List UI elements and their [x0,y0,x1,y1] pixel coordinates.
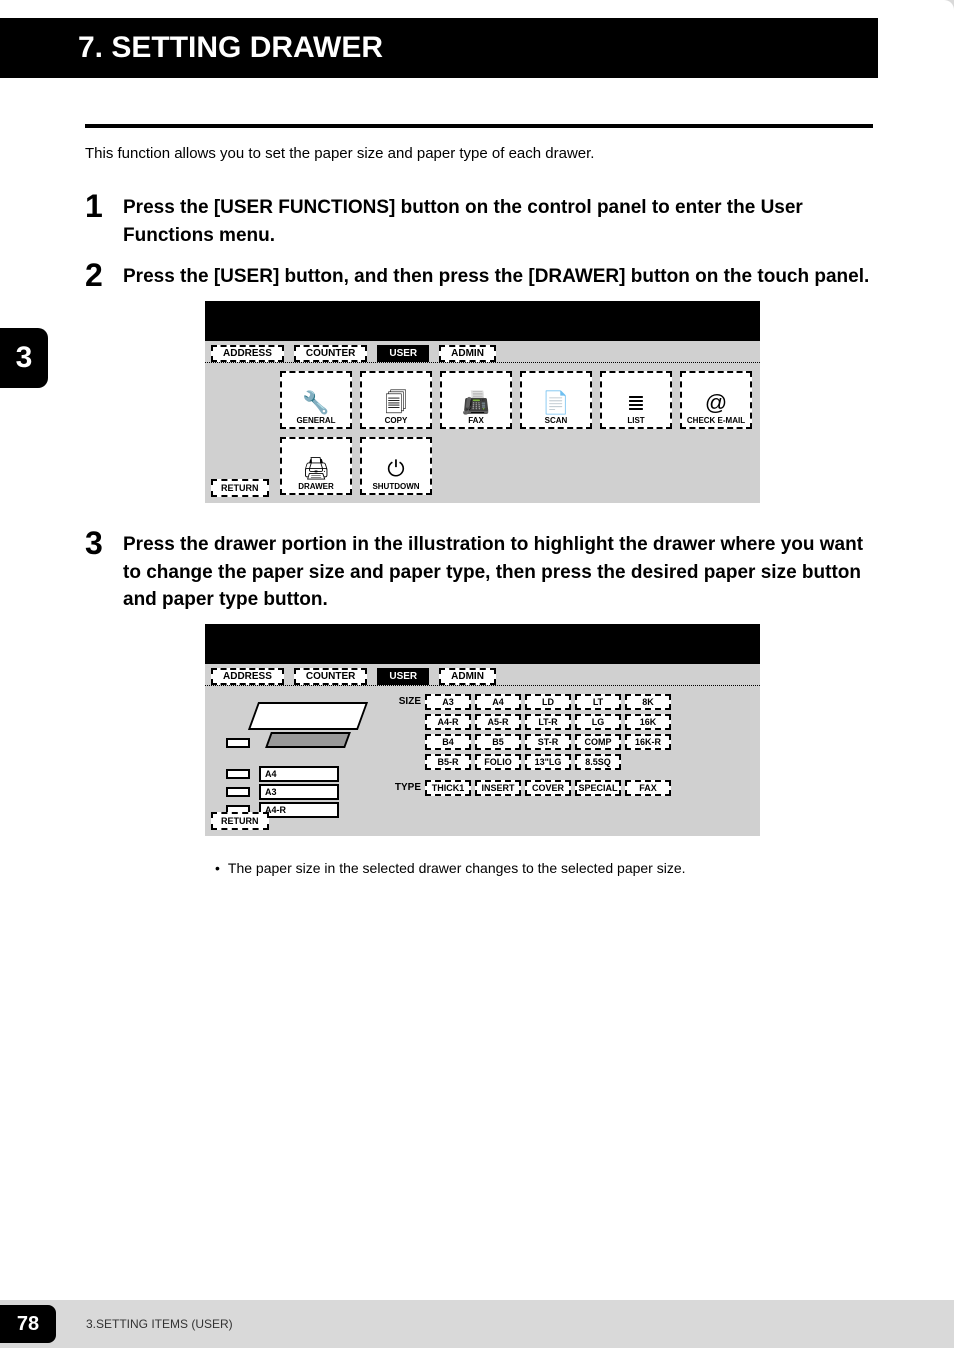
step-text: Press the drawer portion in the illustra… [123,527,873,614]
size-button[interactable]: 16K-R [625,734,671,750]
tab-address[interactable]: ADDRESS [211,345,284,362]
page-number: 78 [0,1305,56,1343]
section-header: 7. SETTING DRAWER [0,18,878,78]
drawer-slot[interactable]: A4-R [259,802,339,818]
size-button[interactable]: B4 [425,734,471,750]
tab-counter[interactable]: COUNTER [294,668,367,685]
touch-panel-screenshot-1: ADDRESS COUNTER USER ADMIN 🔧GENERAL 🗐COP… [205,301,760,503]
email-icon: @ [705,392,727,414]
size-label: SIZE [391,696,425,707]
size-button[interactable]: COMP [575,734,621,750]
fax-icon: 📠 [462,392,489,414]
size-button[interactable]: A4-R [425,714,471,730]
size-button[interactable]: A4 [475,694,521,710]
type-button[interactable]: COVER [525,780,571,796]
scan-icon: 📄 [542,392,569,414]
type-button[interactable]: FAX [625,780,671,796]
step-number: 3 [85,527,109,559]
drawer-slot[interactable]: A4 [259,766,339,782]
size-button[interactable]: LT [575,694,621,710]
touch-panel-screenshot-2: ADDRESS COUNTER USER ADMIN A4 A3 A4-R [205,624,760,836]
divider [85,124,873,128]
list-button[interactable]: ≣LIST [600,371,672,429]
wrench-icon: 🔧 [302,392,329,414]
page-footer: 78 3.SETTING ITEMS (USER) [0,1300,954,1348]
type-button[interactable]: SPECIAL [575,780,621,796]
printer-illustration: A4 A3 A4-R [213,702,383,822]
return-button[interactable]: RETURN [211,812,269,830]
size-button[interactable]: 8.5SQ [575,754,621,770]
step-text: Press the [USER] button, and then press … [123,259,873,291]
type-button[interactable]: INSERT [475,780,521,796]
size-button[interactable]: LT-R [525,714,571,730]
note: • The paper size in the selected drawer … [215,860,873,876]
tab-counter[interactable]: COUNTER [294,345,367,362]
size-button[interactable]: B5-R [425,754,471,770]
tab-user[interactable]: USER [377,345,429,362]
check-email-button[interactable]: @CHECK E-MAIL [680,371,752,429]
chapter-tab: 3 [0,328,48,388]
intro-text: This function allows you to set the pape… [85,145,594,162]
scan-button[interactable]: 📄SCAN [520,371,592,429]
tab-admin[interactable]: ADMIN [439,668,496,685]
step-number: 2 [85,259,109,291]
list-icon: ≣ [627,392,645,414]
drawer-slot[interactable]: A3 [259,784,339,800]
power-icon: ⏻ [387,458,404,480]
size-button[interactable]: FOLIO [475,754,521,770]
size-button[interactable]: A3 [425,694,471,710]
return-button[interactable]: RETURN [211,479,269,497]
step-text: Press the [USER FUNCTIONS] button on the… [123,190,873,249]
note-text: The paper size in the selected drawer ch… [228,860,686,876]
general-button[interactable]: 🔧GENERAL [280,371,352,429]
tab-address[interactable]: ADDRESS [211,668,284,685]
step-number: 1 [85,190,109,222]
copy-icon: 🗐 [385,392,407,414]
size-button[interactable]: LD [525,694,571,710]
bullet-icon: • [215,860,220,876]
step-3: 3 Press the drawer portion in the illust… [85,527,873,614]
tab-admin[interactable]: ADMIN [439,345,496,362]
size-button[interactable]: LG [575,714,621,730]
size-button[interactable]: B5 [475,734,521,750]
size-button[interactable]: 8K [625,694,671,710]
type-button[interactable]: THICK1 [425,780,471,796]
fax-button[interactable]: 📠FAX [440,371,512,429]
size-button[interactable]: ST-R [525,734,571,750]
drawer-button[interactable]: 🖨DRAWER [280,437,352,495]
shutdown-button[interactable]: ⏻SHUTDOWN [360,437,432,495]
size-button[interactable]: 16K [625,714,671,730]
copy-button[interactable]: 🗐COPY [360,371,432,429]
type-label: TYPE [391,782,425,793]
drawer-icon: 🖨 [302,458,330,480]
size-button[interactable]: A5-R [475,714,521,730]
step-1: 1 Press the [USER FUNCTIONS] button on t… [85,190,873,249]
footer-section: 3.SETTING ITEMS (USER) [86,1317,233,1331]
step-2: 2 Press the [USER] button, and then pres… [85,259,873,291]
section-title: 7. SETTING DRAWER [78,31,383,65]
drawer-slot[interactable] [265,732,351,748]
size-button[interactable]: 13"LG [525,754,571,770]
tab-user[interactable]: USER [377,668,429,685]
